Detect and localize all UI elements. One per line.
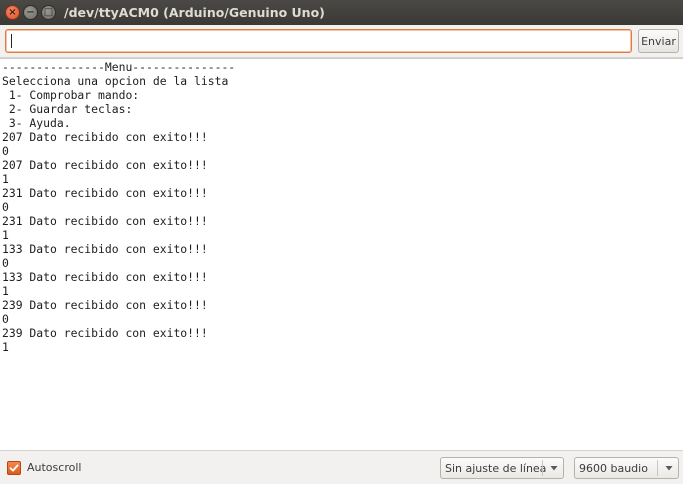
- serial-output-lines: ---------------Menu--------------- Selecc…: [0, 59, 683, 354]
- serial-line: 3- Ayuda.: [2, 116, 71, 130]
- serial-line: 1: [2, 228, 9, 242]
- send-toolbar: Enviar: [0, 25, 683, 58]
- serial-line: 239 Dato recibido con exito!!!: [2, 298, 208, 312]
- serial-line: 0: [2, 144, 9, 158]
- text-caret: [11, 34, 12, 48]
- baud-rate-select[interactable]: 9600 baudio: [574, 457, 679, 479]
- serial-line: 207 Dato recibido con exito!!!: [2, 158, 208, 172]
- line-ending-value: Sin ajuste de línea: [445, 462, 547, 475]
- serial-line: 231 Dato recibido con exito!!!: [2, 214, 208, 228]
- checkmark-icon: [9, 464, 19, 472]
- serial-line: 207 Dato recibido con exito!!!: [2, 130, 208, 144]
- line-ending-select[interactable]: Sin ajuste de línea: [440, 457, 564, 479]
- chevron-down-icon: [550, 466, 558, 471]
- serial-line: 239 Dato recibido con exito!!!: [2, 326, 208, 340]
- serial-line: 1- Comprobar mando:: [2, 88, 140, 102]
- select-divider: [542, 460, 543, 476]
- serial-line: 2- Guardar teclas:: [2, 102, 133, 116]
- close-icon[interactable]: ×: [5, 5, 20, 20]
- serial-line: ---------------Menu---------------: [2, 60, 236, 74]
- serial-line: Selecciona una opcion de la lista: [2, 74, 229, 88]
- serial-line: 1: [2, 284, 9, 298]
- send-input[interactable]: [5, 29, 632, 53]
- serial-output[interactable]: ---------------Menu--------------- Selecc…: [0, 58, 683, 450]
- title-bar: × − □ /dev/ttyACM0 (Arduino/Genuino Uno): [0, 0, 683, 25]
- chevron-down-icon: [665, 466, 673, 471]
- autoscroll-label: Autoscroll: [27, 461, 82, 474]
- serial-line: 1: [2, 340, 9, 354]
- serial-line: 133 Dato recibido con exito!!!: [2, 242, 208, 256]
- serial-line: 0: [2, 256, 9, 270]
- serial-line: 133 Dato recibido con exito!!!: [2, 270, 208, 284]
- minimize-icon[interactable]: −: [23, 5, 38, 20]
- serial-line: 0: [2, 200, 9, 214]
- autoscroll-checkbox[interactable]: [7, 461, 21, 475]
- maximize-icon[interactable]: □: [41, 5, 56, 20]
- status-bar: Autoscroll Sin ajuste de línea 9600 baud…: [0, 450, 683, 484]
- select-divider: [657, 460, 658, 476]
- baud-rate-value: 9600 baudio: [579, 462, 648, 475]
- serial-line: 0: [2, 312, 9, 326]
- serial-line: 231 Dato recibido con exito!!!: [2, 186, 208, 200]
- window-title: /dev/ttyACM0 (Arduino/Genuino Uno): [64, 5, 325, 20]
- serial-line: 1: [2, 172, 9, 186]
- send-button[interactable]: Enviar: [638, 29, 679, 53]
